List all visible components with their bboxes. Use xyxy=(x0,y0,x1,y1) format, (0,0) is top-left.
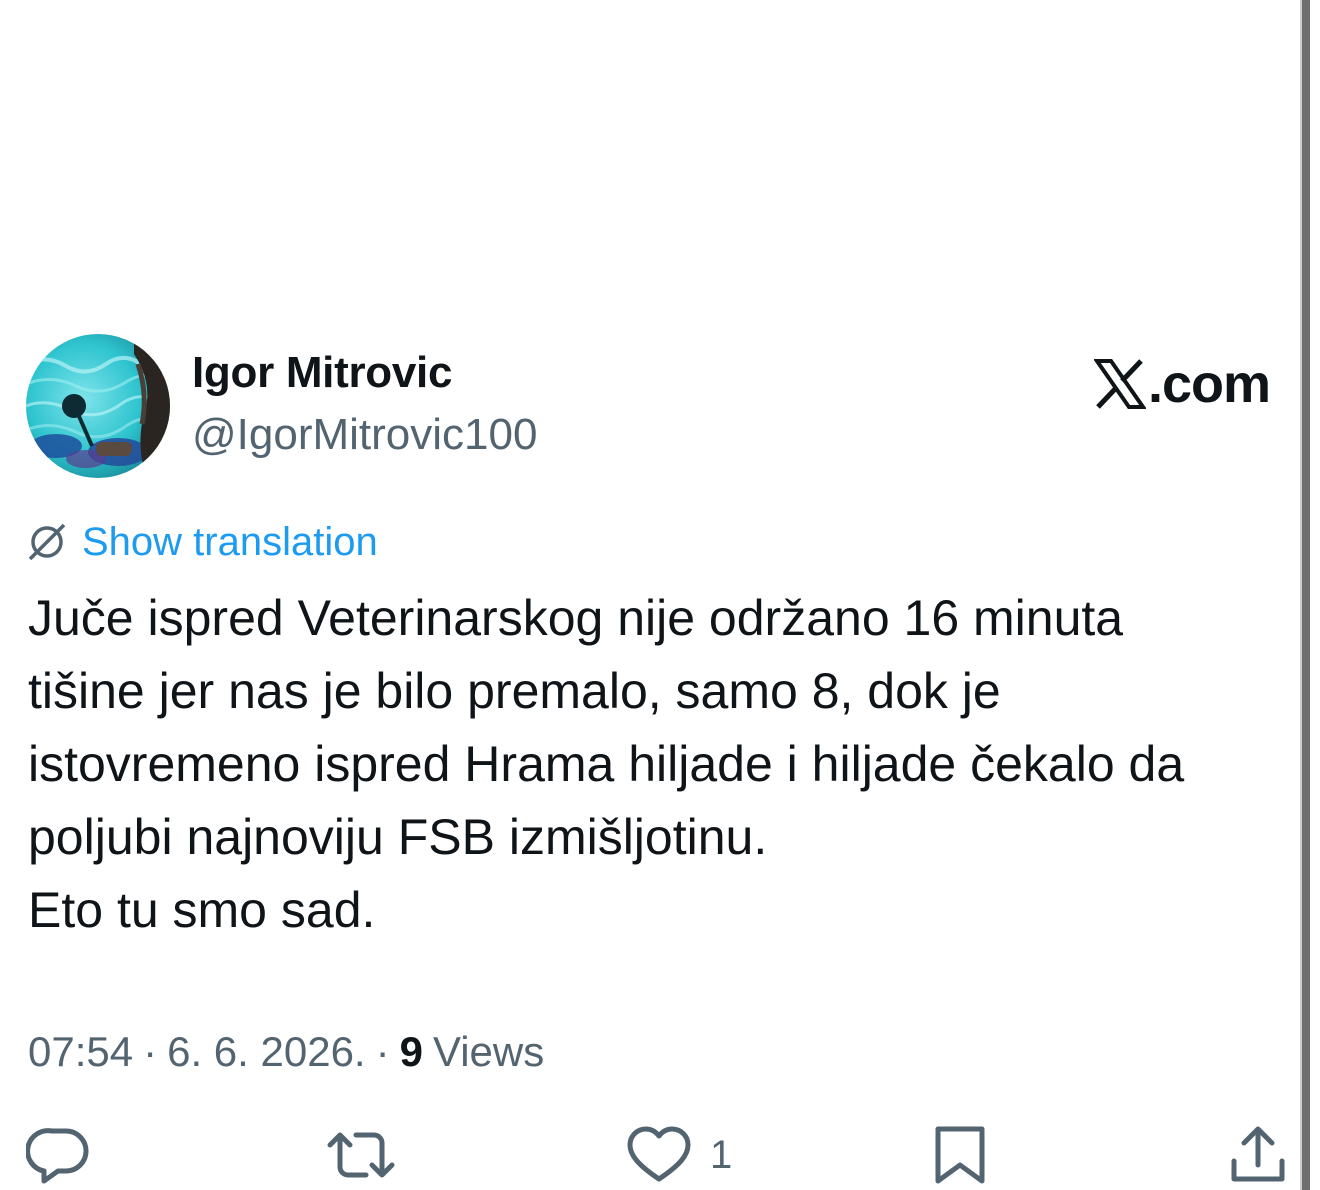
avatar[interactable] xyxy=(26,334,170,478)
heart-icon xyxy=(627,1126,691,1182)
tweet-line: istovremeno ispred Hrama hiljade i hilja… xyxy=(28,736,1185,792)
reply-icon xyxy=(26,1128,89,1184)
repost-button[interactable] xyxy=(326,1120,396,1190)
share-icon xyxy=(1231,1126,1285,1182)
tweet-line: tišine jer nas je bilo premalo, samo 8, … xyxy=(28,663,1001,719)
views-count[interactable]: 9 xyxy=(400,1028,423,1076)
tweet-text: Juče ispred Veterinarskog nije održano 1… xyxy=(28,582,1298,947)
globe-translate-icon xyxy=(28,523,66,561)
show-translation-button[interactable]: Show translation xyxy=(26,516,378,568)
tweet-time[interactable]: 07:54 xyxy=(28,1028,133,1076)
meta-separator: · xyxy=(375,1028,390,1075)
x-logo-icon xyxy=(1093,359,1146,409)
tweet-line: Eto tu smo sad. xyxy=(28,882,376,938)
bookmark-icon xyxy=(935,1126,985,1184)
repost-icon xyxy=(327,1132,395,1178)
bookmark-button[interactable] xyxy=(930,1120,990,1190)
meta-separator: · xyxy=(143,1028,158,1075)
like-button[interactable]: 1 xyxy=(626,1120,732,1190)
tweet-meta: 07:54 · 6. 6. 2026. · 9 Views xyxy=(28,1024,544,1080)
tweet-actions-bar: 1 xyxy=(0,1120,1300,1190)
reply-button[interactable] xyxy=(26,1120,92,1190)
tweet-line: Juče ispred Veterinarskog nije održano 1… xyxy=(28,590,1124,646)
like-count: 1 xyxy=(710,1132,733,1177)
show-translation-label[interactable]: Show translation xyxy=(82,520,378,565)
tweet-date[interactable]: 6. 6. 2026. xyxy=(167,1028,366,1076)
share-button[interactable] xyxy=(1226,1120,1290,1190)
tweet-line: poljubi najnoviju FSB izmišljotinu. xyxy=(28,809,768,865)
avatar-image xyxy=(26,334,170,478)
author-handle[interactable]: @IgorMitrovic100 xyxy=(192,410,537,460)
author-display-name[interactable]: Igor Mitrovic xyxy=(192,348,452,398)
scrollbar-track[interactable] xyxy=(1302,0,1310,1190)
views-label[interactable]: Views xyxy=(433,1028,544,1076)
brand-text: .com xyxy=(1147,354,1271,414)
brand-watermark: .com xyxy=(1093,352,1271,416)
